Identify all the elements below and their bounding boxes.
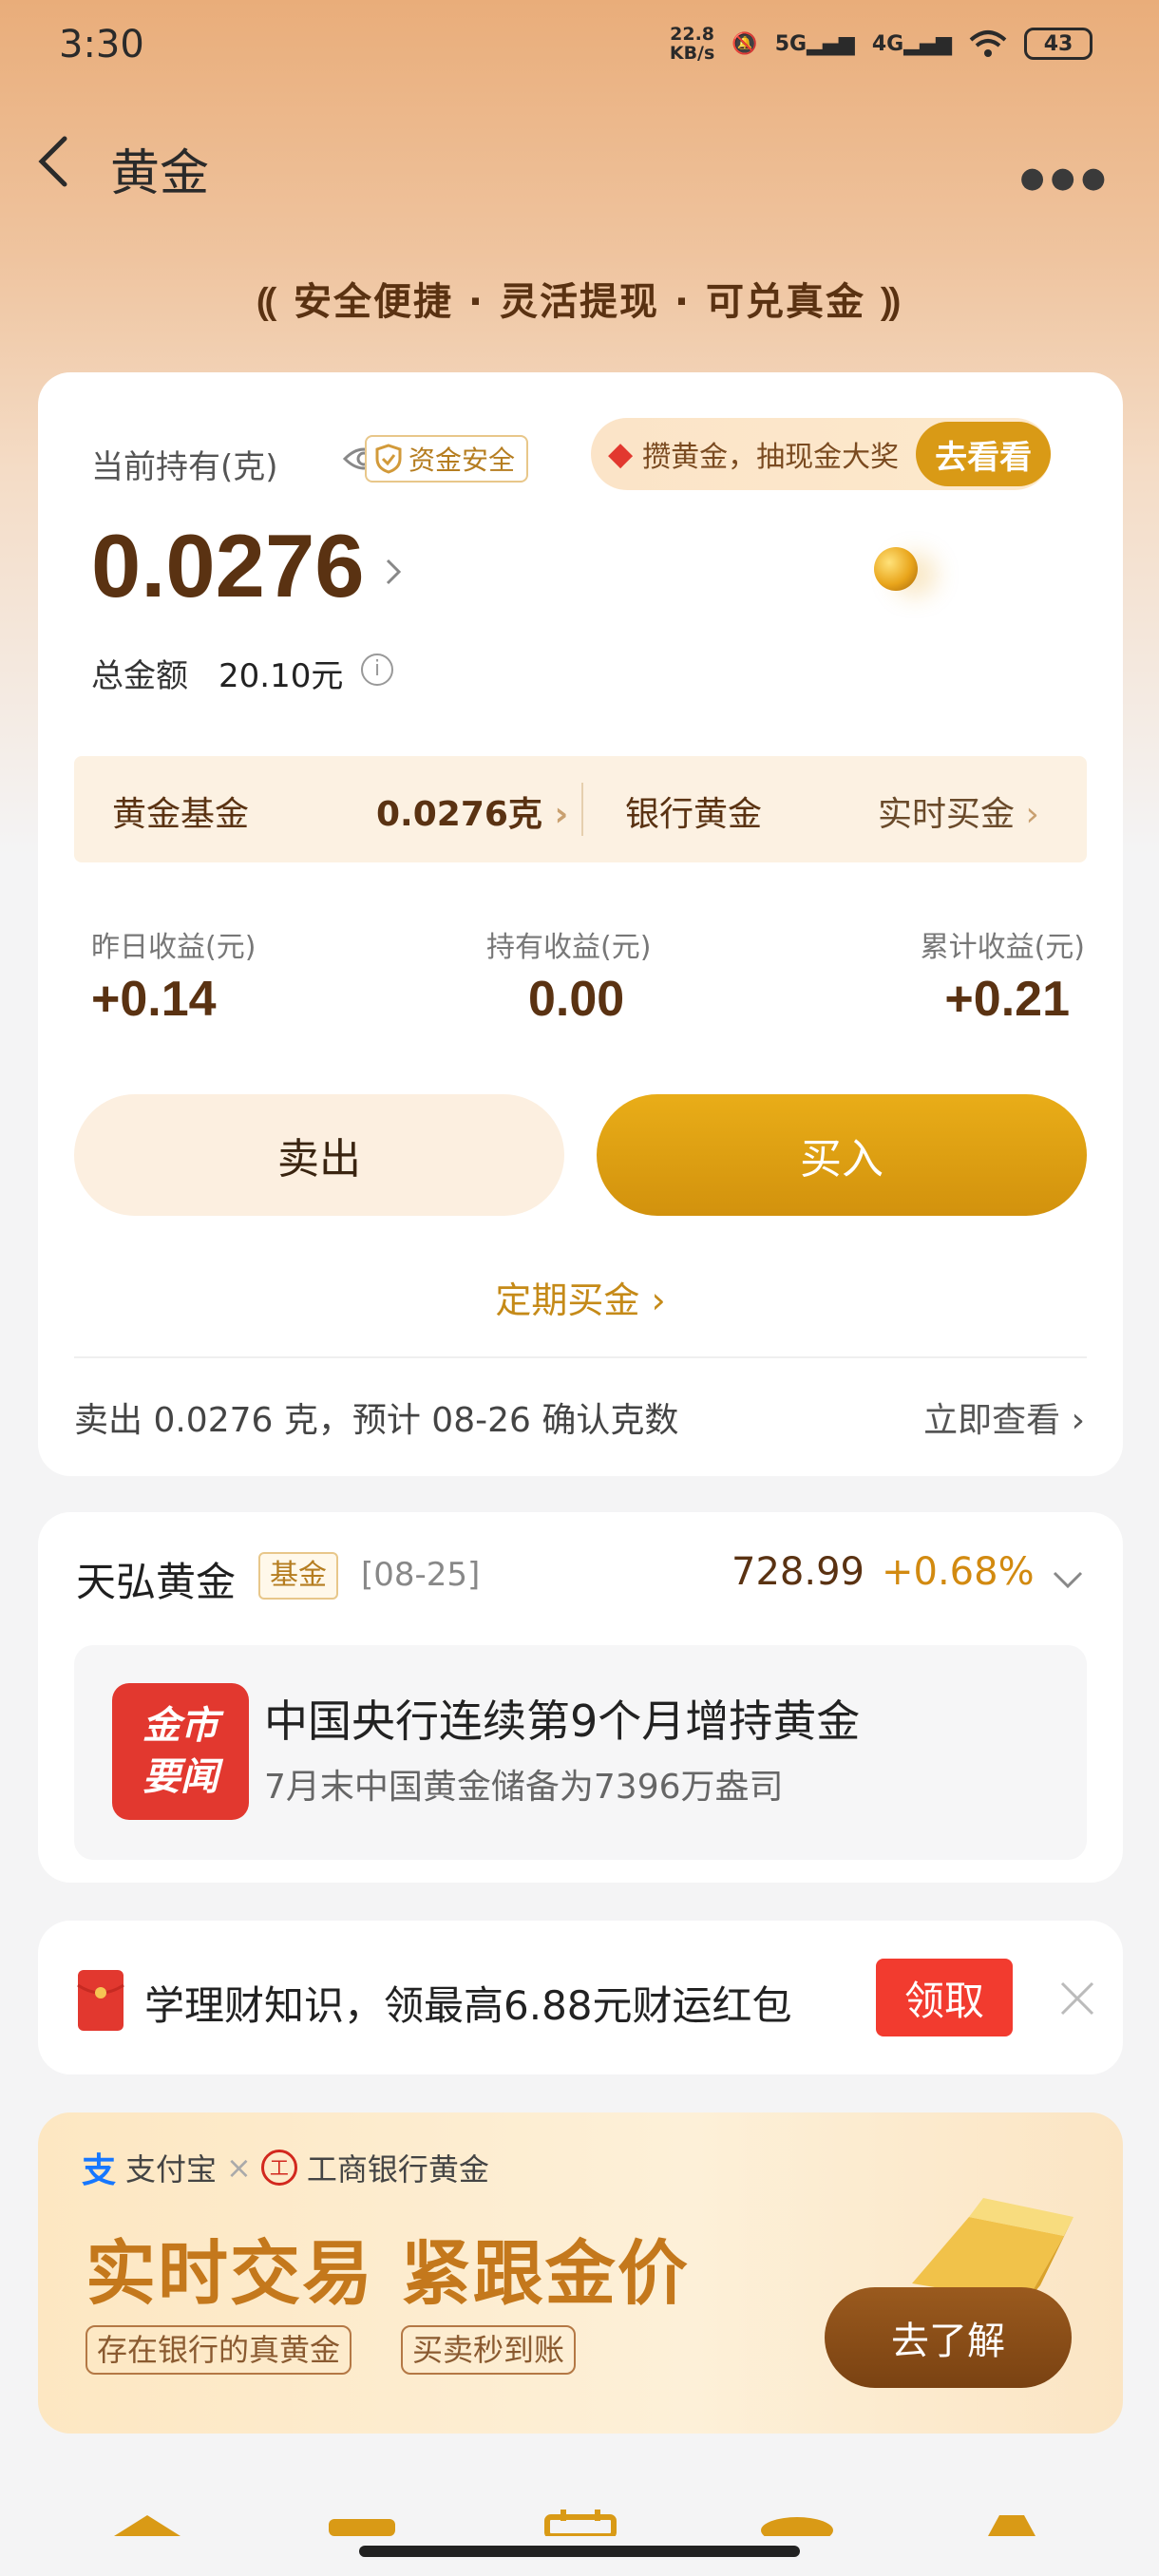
learn-more-button[interactable]: 去了解 [825,2287,1072,2388]
gold-fund-label[interactable]: 黄金基金 [112,786,249,836]
holding-split-bar: 黄金基金 0.0276克 › 银行黄金 实时买金 › [74,756,1087,862]
fund-card: 天弘黄金 基金 [08-25] 728.99 +0.68% 金市 要闻 中国央行… [38,1512,1123,1883]
more-options-icon[interactable]: ●●● [1019,161,1112,195]
divider [74,1356,1087,1358]
claim-button[interactable]: 领取 [876,1959,1013,2036]
fund-safety-badge[interactable]: 资金安全 [365,435,529,483]
news-title: 中国央行连续第9个月增持黄金 [264,1695,861,1747]
banner-tag-real-gold: 存在银行的真黄金 [86,2325,352,2375]
icbc-logo-icon: 工 [260,2150,297,2186]
red-packet-card: 学理财知识，领最高6.88元财运红包 领取 [38,1921,1123,2074]
fund-type-badge: 基金 [258,1552,338,1600]
nav-bank-icon[interactable] [104,2498,190,2536]
chevron-right-icon: › [554,795,569,834]
stat-yesterday-label: 昨日收益(元) [91,931,256,964]
chevron-right-icon: › [1025,795,1039,834]
news-item[interactable]: 金市 要闻 中国央行连续第9个月增持黄金 7月末中国黄金储备为7396万盎司 [74,1645,1087,1860]
banner-tag-instant: 买卖秒到账 [401,2325,577,2375]
slogan: ⸨ 安全便捷 · 灵活提现 · 可兑真金 ⸩ [256,280,902,324]
stat-total-value: +0.21 [944,972,1070,1027]
nav-ingot-icon[interactable] [754,2498,840,2536]
net-speed: 22.8 KB/s [669,24,715,64]
status-icons: 22.8 KB/s 🔕 5G▂▄▆ 4G▂▄▆ 43 [670,25,1092,63]
news-subtitle: 7月末中国黄金储备为7396万盎司 [264,1768,784,1807]
buy-button[interactable]: 买入 [597,1094,1087,1216]
fund-date: [08-25] [361,1556,481,1594]
nav-wallet-icon[interactable] [319,2498,405,2536]
back-arrow-icon[interactable] [34,133,72,190]
fund-name[interactable]: 天弘黄金 [76,1550,236,1608]
mute-icon: 🔕 [732,31,758,56]
holding-grams[interactable]: 0.0276 [91,515,365,617]
page-title: 黄金 [110,145,210,202]
market-news-badge: 金市 要闻 [112,1683,249,1820]
nav-bag-icon[interactable] [969,2498,1054,2536]
total-amount-label: 总金额 [91,657,188,695]
stat-holding-value: 0.00 [528,972,625,1027]
stat-holding-label: 持有收益(元) [486,931,652,964]
regular-buy-link[interactable]: 定期买金 › [38,1271,1123,1323]
gold-fund-value[interactable]: 0.0276克 › [376,786,568,836]
sell-notice: 卖出 0.0276 克，预计 08-26 确认克数 [74,1401,679,1440]
alipay-logo-icon: 支 [82,2151,117,2190]
status-time: 3:30 [59,23,144,66]
sell-button[interactable]: 卖出 [74,1094,564,1216]
signal-4g-icon: 4G▂▄▆ [871,31,952,56]
battery-indicator: 43 [1024,28,1092,60]
banner-title: 实时交易 紧跟金价 [86,2233,690,2315]
home-indicator[interactable] [359,2546,800,2557]
chevron-right-icon: › [1071,1401,1085,1440]
gold-ball-decoration [874,547,918,591]
icbc-gold-banner[interactable]: 支 支付宝 × 工 工商银行黄金 实时交易 紧跟金价 存在银行的真黄金 买卖秒到… [38,2112,1123,2434]
shield-icon [375,444,402,474]
fund-price: 728.99 [732,1550,864,1594]
red-packet-text: 学理财知识，领最高6.88元财运红包 [144,1982,792,2029]
promo-go-button[interactable]: 去看看 [916,422,1052,486]
promo-bubble[interactable]: ◆ 攒黄金，抽现金大奖 去看看 [591,418,1052,490]
nav-calendar-icon[interactable] [538,2498,623,2536]
red-envelope-icon: ◆ [608,435,634,473]
holding-label: 当前持有(克) [91,448,278,486]
stat-yesterday-value: +0.14 [91,972,217,1027]
bank-gold-label[interactable]: 银行黄金 [625,786,762,836]
holding-card: 当前持有(克) 资金安全 ◆ 攒黄金，抽现金大奖 去看看 0.0276 总金额 … [38,372,1123,1476]
chevron-down-icon[interactable] [1049,1565,1087,1594]
split-divider [581,783,583,836]
close-icon[interactable] [1056,1978,1098,2019]
wifi-icon [969,30,1007,57]
view-now-link[interactable]: 立即查看 › [923,1392,1085,1442]
info-icon[interactable]: i [361,653,393,686]
brand-row: 支 支付宝 × 工 工商银行黄金 [82,2143,489,2192]
red-envelope-icon [77,1970,124,2031]
stat-total-label: 累计收益(元) [920,931,1085,964]
chevron-right-icon[interactable] [380,553,408,591]
signal-5g-icon: 5G▂▄▆ [774,31,855,56]
total-amount-value: 20.10元 [218,657,344,695]
realtime-buy-link[interactable]: 实时买金 › [878,786,1039,836]
chevron-right-icon: › [651,1279,666,1321]
fund-change: +0.68% [882,1550,1035,1594]
